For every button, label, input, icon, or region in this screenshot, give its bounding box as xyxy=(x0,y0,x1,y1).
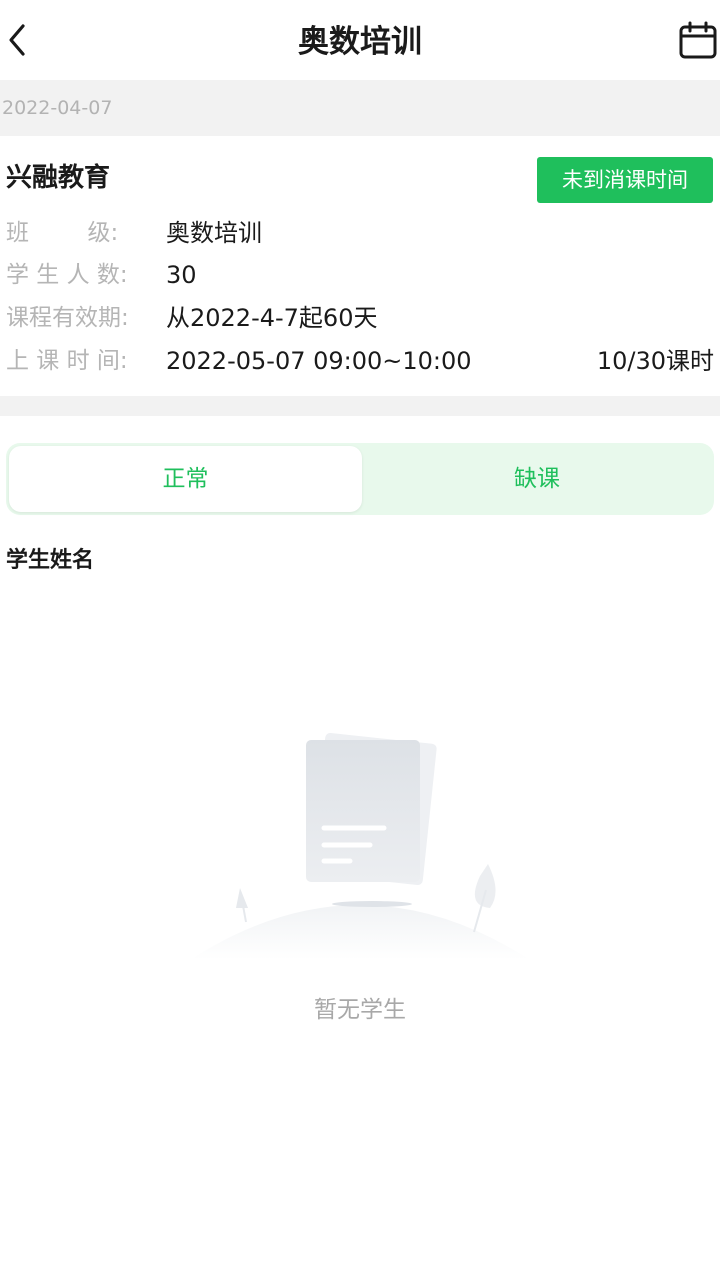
calendar-button[interactable] xyxy=(678,20,718,60)
organization-name: 兴融教育 xyxy=(6,163,111,193)
info-value: 奥数培训 xyxy=(166,219,262,247)
page-title: 奥数培训 xyxy=(298,24,422,60)
status-button[interactable]: 未到消课时间 xyxy=(537,157,713,203)
date-label: 2022-04-07 xyxy=(2,97,113,119)
info-label: 课程有效期: xyxy=(6,305,129,331)
tab-absent[interactable]: 缺课 xyxy=(360,443,714,515)
info-row-class: 班 级: 奥数培训 xyxy=(0,215,720,251)
info-label: 班 级: xyxy=(6,220,119,246)
info-row-validity: 课程有效期: 从2022-4-7起60天 xyxy=(0,300,720,336)
info-row-student-count: 学 生 人 数: 30 xyxy=(0,257,720,293)
empty-document-icon xyxy=(190,733,530,960)
tab-normal[interactable]: 正常 xyxy=(9,446,362,512)
date-bar: 2022-04-07 xyxy=(0,80,720,136)
info-value: 30 xyxy=(166,261,197,289)
attendance-tabs: 缺课 正常 xyxy=(6,443,714,515)
lesson-count: 10/30课时 xyxy=(596,347,714,375)
info-value: 2022-05-07 09:00~10:00 xyxy=(166,347,472,375)
section-divider xyxy=(0,396,720,416)
info-value: 从2022-4-7起60天 xyxy=(166,304,378,332)
student-name-heading: 学生姓名 xyxy=(6,548,95,573)
course-info-card: 兴融教育 未到消课时间 班 级: 奥数培训 学 生 人 数: 30 课程有效期:… xyxy=(0,136,720,396)
info-label: 学 生 人 数: xyxy=(6,262,128,288)
info-row-class-time: 上 课 时 间: 2022-05-07 09:00~10:00 10/30课时 xyxy=(0,343,720,379)
empty-state-text: 暂无学生 xyxy=(314,997,406,1023)
info-label: 上 课 时 间: xyxy=(6,348,128,374)
top-bar: 奥数培训 xyxy=(0,0,720,80)
empty-state-illustration xyxy=(190,730,530,970)
calendar-icon xyxy=(679,21,717,59)
